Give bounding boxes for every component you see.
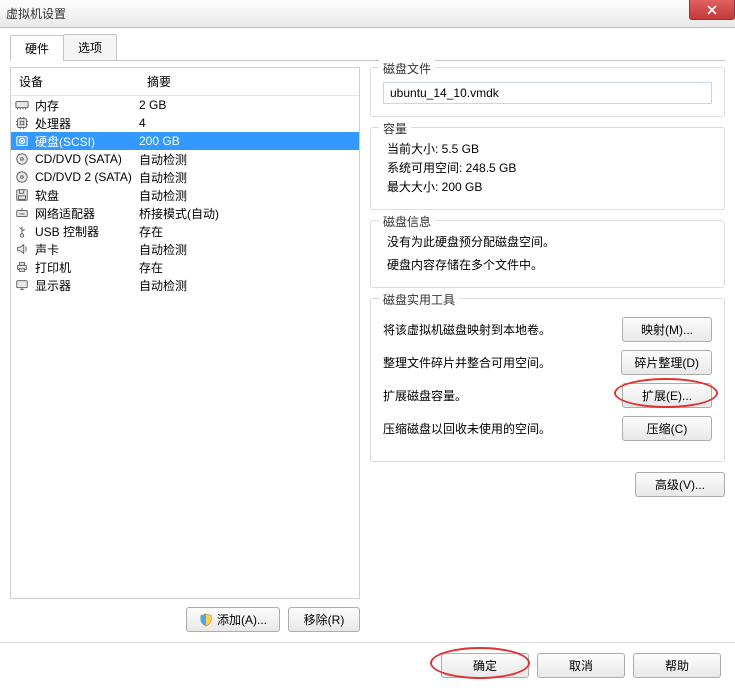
- compact-button[interactable]: 压缩(C): [622, 416, 712, 441]
- memory-icon: [11, 98, 33, 112]
- disk-info-line2: 硬盘内容存储在多个文件中。: [383, 256, 712, 273]
- col-summary[interactable]: 摘要: [139, 68, 359, 95]
- group-title-disk-info: 磁盘信息: [379, 213, 435, 230]
- device-name: 声卡: [33, 241, 139, 258]
- capacity-free: 系统可用空间: 248.5 GB: [383, 159, 712, 176]
- device-summary: 存在: [139, 259, 359, 276]
- capacity-current: 当前大小: 5.5 GB: [383, 140, 712, 157]
- device-row-cd[interactable]: CD/DVD 2 (SATA)自动检测: [11, 168, 359, 186]
- device-name: 处理器: [33, 115, 139, 132]
- device-summary: 200 GB: [139, 134, 359, 148]
- device-summary: 自动检测: [139, 169, 359, 186]
- device-summary: 自动检测: [139, 187, 359, 204]
- bottom-bar: 确定 取消 帮助: [0, 642, 735, 688]
- group-utils: 磁盘实用工具 将该虚拟机磁盘映射到本地卷。 映射(M)... 整理文件碎片并整合…: [370, 298, 725, 462]
- add-button-label: 添加(A)...: [217, 611, 267, 628]
- shield-icon: [199, 613, 213, 627]
- device-summary: 存在: [139, 223, 359, 240]
- device-name: 软盘: [33, 187, 139, 204]
- tab-options[interactable]: 选项: [63, 34, 117, 60]
- disk-file-input[interactable]: [383, 82, 712, 104]
- group-capacity: 容量 当前大小: 5.5 GB 系统可用空间: 248.5 GB 最大大小: 2…: [370, 127, 725, 210]
- printer-icon: [11, 260, 33, 274]
- usb-icon: [11, 224, 33, 238]
- window-title: 虚拟机设置: [6, 5, 66, 22]
- add-button[interactable]: 添加(A)...: [186, 607, 280, 632]
- device-summary: 自动检测: [139, 277, 359, 294]
- device-row-sound[interactable]: 声卡自动检测: [11, 240, 359, 258]
- device-summary: 自动检测: [139, 151, 359, 168]
- device-row-usb[interactable]: USB 控制器存在: [11, 222, 359, 240]
- device-summary: 自动检测: [139, 241, 359, 258]
- cd-icon: [11, 170, 33, 184]
- util-map-desc: 将该虚拟机磁盘映射到本地卷。: [383, 321, 614, 338]
- util-expand-desc: 扩展磁盘容量。: [383, 387, 614, 404]
- device-row-cpu[interactable]: 处理器4: [11, 114, 359, 132]
- expand-button[interactable]: 扩展(E)...: [622, 383, 712, 408]
- defrag-button[interactable]: 碎片整理(D): [621, 350, 712, 375]
- list-header: 设备 摘要: [11, 68, 359, 96]
- device-list: 设备 摘要 内存2 GB处理器4硬盘(SCSI)200 GBCD/DVD (SA…: [10, 67, 360, 599]
- cd-icon: [11, 152, 33, 166]
- util-compact-desc: 压缩磁盘以回收未使用的空间。: [383, 420, 614, 437]
- close-button[interactable]: [689, 0, 735, 20]
- help-button[interactable]: 帮助: [633, 653, 721, 678]
- util-defrag-desc: 整理文件碎片并整合可用空间。: [383, 354, 613, 371]
- device-name: 硬盘(SCSI): [33, 133, 139, 150]
- tabs: 硬件 选项: [10, 34, 725, 61]
- titlebar: 虚拟机设置: [0, 0, 735, 28]
- advanced-button[interactable]: 高级(V)...: [635, 472, 725, 497]
- group-title-capacity: 容量: [379, 120, 411, 137]
- device-row-cd[interactable]: CD/DVD (SATA)自动检测: [11, 150, 359, 168]
- capacity-max: 最大大小: 200 GB: [383, 178, 712, 195]
- col-device[interactable]: 设备: [11, 68, 139, 95]
- device-row-hdd[interactable]: 硬盘(SCSI)200 GB: [11, 132, 359, 150]
- device-row-memory[interactable]: 内存2 GB: [11, 96, 359, 114]
- hdd-icon: [11, 134, 33, 148]
- display-icon: [11, 278, 33, 292]
- ok-button[interactable]: 确定: [441, 653, 529, 678]
- device-summary: 2 GB: [139, 98, 359, 112]
- remove-button[interactable]: 移除(R): [288, 607, 360, 632]
- close-icon: [707, 5, 717, 15]
- device-row-floppy[interactable]: 软盘自动检测: [11, 186, 359, 204]
- device-row-display[interactable]: 显示器自动检测: [11, 276, 359, 294]
- cpu-icon: [11, 116, 33, 130]
- group-disk-file: 磁盘文件: [370, 67, 725, 117]
- group-disk-info: 磁盘信息 没有为此硬盘预分配磁盘空间。 硬盘内容存储在多个文件中。: [370, 220, 725, 288]
- net-icon: [11, 206, 33, 220]
- group-title-utils: 磁盘实用工具: [379, 291, 459, 308]
- device-summary: 桥接模式(自动): [139, 205, 359, 222]
- group-title-disk-file: 磁盘文件: [379, 60, 435, 77]
- device-name: 打印机: [33, 259, 139, 276]
- map-button[interactable]: 映射(M)...: [622, 317, 712, 342]
- disk-info-line1: 没有为此硬盘预分配磁盘空间。: [383, 233, 712, 250]
- device-name: CD/DVD 2 (SATA): [33, 170, 139, 184]
- tab-hardware[interactable]: 硬件: [10, 35, 64, 61]
- device-row-printer[interactable]: 打印机存在: [11, 258, 359, 276]
- device-summary: 4: [139, 116, 359, 130]
- device-name: CD/DVD (SATA): [33, 152, 139, 166]
- device-name: USB 控制器: [33, 223, 139, 240]
- floppy-icon: [11, 188, 33, 202]
- cancel-button[interactable]: 取消: [537, 653, 625, 678]
- device-name: 显示器: [33, 277, 139, 294]
- device-name: 内存: [33, 97, 139, 114]
- device-name: 网络适配器: [33, 205, 139, 222]
- sound-icon: [11, 242, 33, 256]
- device-row-net[interactable]: 网络适配器桥接模式(自动): [11, 204, 359, 222]
